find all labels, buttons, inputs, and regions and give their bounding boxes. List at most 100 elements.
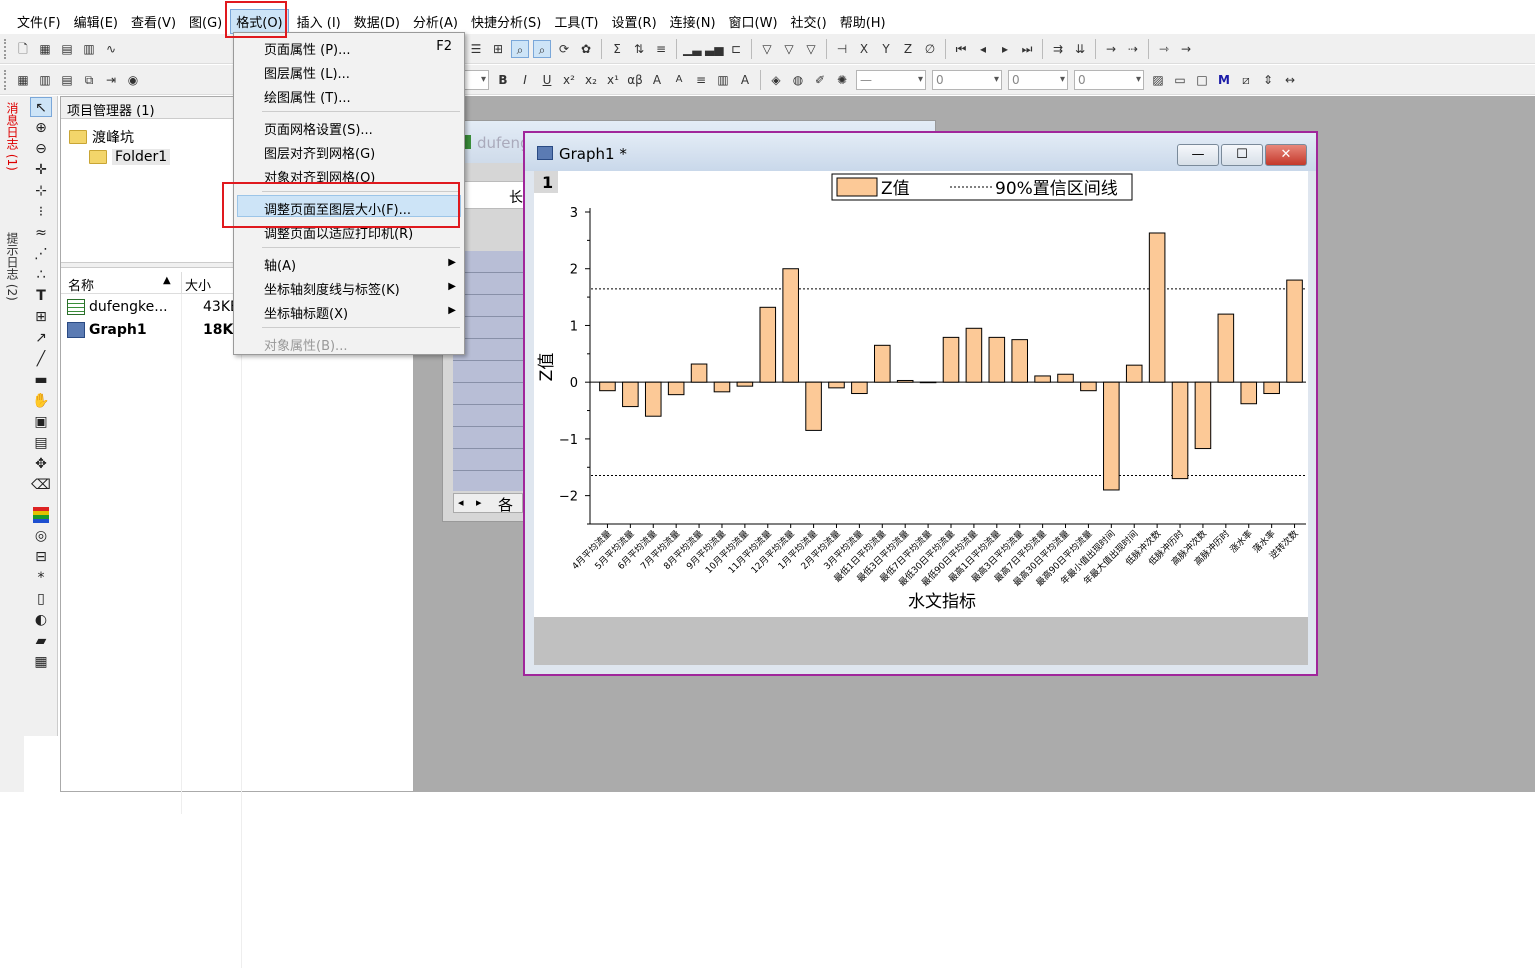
move-down-icon[interactable]: ⇊ (1071, 40, 1089, 58)
arrow-right-icon[interactable]: → (1102, 40, 1120, 58)
font-color-icon[interactable]: A (736, 71, 754, 89)
screen-reader-icon[interactable]: ⊹ (30, 181, 52, 201)
line-color-icon[interactable]: ✐ (811, 71, 829, 89)
bar-plot-icon[interactable]: ▁▃ (683, 40, 701, 58)
bar-chart[interactable]: 1 Z值 90%置信区间线−2−101234月平均流量5月平均流量6月平均流量7月平… (534, 171, 1308, 617)
italic-button[interactable]: I (516, 71, 534, 89)
minimize-button[interactable]: — (1177, 144, 1219, 166)
tab-next-icon[interactable]: ▸ (476, 496, 482, 509)
insert-table-icon[interactable]: ⊞ (30, 307, 52, 327)
hints-log-tab[interactable]: 提示日志 (2) (4, 232, 21, 301)
x-icon[interactable]: X (855, 40, 873, 58)
line-tool-icon[interactable]: ╱ (30, 349, 52, 369)
arrow-tail-icon[interactable]: → (1177, 40, 1195, 58)
column-plot-icon[interactable]: ▃▅ (705, 40, 723, 58)
merge-graph-icon[interactable]: M (1215, 71, 1233, 89)
fill-color-icon[interactable]: ◈ (767, 71, 785, 89)
menu-item[interactable]: 快捷分析(S) (466, 10, 546, 33)
increase-font-button[interactable]: A (648, 71, 666, 89)
mask-icon[interactable]: ⋰ (30, 244, 52, 264)
messages-log-tab[interactable]: 消息日志 (1) (4, 102, 21, 171)
graph-titlebar[interactable]: Graph1 * — ☐ ✕ (525, 133, 1316, 171)
next-icon[interactable]: ▸ (996, 40, 1014, 58)
y-icon[interactable]: Y (877, 40, 895, 58)
arrow-tool-icon[interactable]: ↗ (30, 328, 52, 348)
pattern-icon-2[interactable]: ▨ (1149, 71, 1167, 89)
swap-icon[interactable]: ⇕ (1259, 71, 1277, 89)
graph-page[interactable]: 1 Z值 90%置信区间线 −2 −1 0 1 2 3 4月平均流量 5月平均流量 6月平均流量 7月平… (534, 171, 1308, 617)
menu-item[interactable]: 工具(T) (549, 10, 603, 33)
arrow-head-icon[interactable]: ⇾ (1155, 40, 1173, 58)
map-icon[interactable]: ◐ (30, 610, 52, 630)
greek-button[interactable]: αβ (626, 71, 644, 89)
region-icon[interactable]: ∴ (30, 265, 52, 285)
menu-item[interactable]: 数据(D) (349, 10, 405, 33)
menu-item[interactable]: 连接(N) (665, 10, 721, 33)
results-log-icon[interactable]: ☰ (467, 40, 485, 58)
circle-icon[interactable]: ◎ (30, 526, 52, 546)
extract-icon[interactable]: ⧄ (1237, 71, 1255, 89)
zoom-in-tool-icon[interactable]: ⊕ (30, 118, 52, 138)
col-stats-icon[interactable]: ≡ (652, 40, 670, 58)
menu-item[interactable]: 查看(V) (126, 10, 181, 33)
box-plot-icon[interactable]: ⊏ (727, 40, 745, 58)
layer-icon[interactable]: ⊞ (489, 40, 507, 58)
filter-icon[interactable]: ▽ (758, 40, 776, 58)
pointer-tool-icon[interactable]: ↖ (30, 97, 52, 117)
zoom-out-icon[interactable]: ⌕ (533, 39, 551, 58)
draw-data-icon[interactable]: ≈ (30, 223, 52, 243)
grid-icon[interactable]: ▦ (30, 652, 52, 672)
add-column-icon[interactable]: ▥ (36, 71, 54, 89)
layout-icon[interactable]: ▯ (30, 589, 52, 609)
move-data-icon[interactable]: ✥ (30, 454, 52, 474)
zoom-out-tool-icon[interactable]: ⊖ (30, 139, 52, 159)
pattern-fill-icon[interactable]: ◍ (789, 71, 807, 89)
sheet-tabs[interactable]: ◂ ▸ 各 (453, 493, 523, 514)
camera-icon[interactable]: ◉ (124, 71, 142, 89)
worksheet-icon[interactable]: ▦ (14, 71, 32, 89)
subscript-button[interactable]: x₂ (582, 71, 600, 89)
superscript-button[interactable]: x² (560, 71, 578, 89)
align-icon[interactable]: ≡ (692, 71, 710, 89)
format-menu-item[interactable]: 坐标轴刻度线与标签(K) (264, 279, 400, 298)
menu-item[interactable]: 编辑(E) (69, 10, 123, 33)
col-name-header[interactable]: 名称 (68, 275, 94, 294)
last-icon[interactable]: ⏭ (1018, 40, 1036, 58)
annotation-icon[interactable]: ⁝ (30, 202, 52, 222)
eraser-icon[interactable]: ⌫ (30, 475, 52, 495)
new-project-icon[interactable]: 🗋 (14, 40, 32, 58)
border-icon[interactable]: ▭ (1171, 71, 1189, 89)
set-xy-icon[interactable]: ⊣ (833, 40, 851, 58)
format-menu-item[interactable]: 轴(A) (264, 255, 296, 274)
sum-icon[interactable]: Σ (608, 40, 626, 58)
format-menu-item[interactable]: 页面属性 (P)... (264, 39, 351, 58)
underline-button[interactable]: U (538, 71, 556, 89)
menu-item[interactable]: 插入 (I) (292, 10, 346, 33)
line-style-combo[interactable]: — (856, 69, 926, 90)
first-icon[interactable]: ⏮ (952, 40, 970, 58)
format-menu-item[interactable]: 绘图属性 (T)... (264, 87, 351, 106)
bold-button[interactable]: B (494, 71, 512, 89)
prev-icon[interactable]: ◂ (974, 40, 992, 58)
close-button[interactable]: ✕ (1265, 144, 1307, 166)
settings-icon[interactable]: ✿ (577, 40, 595, 58)
object-icon[interactable]: □ (1193, 71, 1211, 89)
hand-tool-icon[interactable]: ✋ (30, 391, 52, 411)
graph-window[interactable]: Graph1 * — ☐ ✕ 1 Z值 90%置信区间线 −2 −1 0 1 2 3 4月平均流量… (523, 131, 1318, 676)
copy-icon[interactable]: ⧉ (80, 71, 98, 89)
pattern-icon[interactable]: ▥ (714, 71, 732, 89)
menu-item[interactable]: 分析(A) (408, 10, 463, 33)
filter-edit-icon[interactable]: ▽ (802, 40, 820, 58)
maximize-button[interactable]: ☐ (1221, 144, 1263, 166)
menu-item[interactable]: 窗口(W) (724, 10, 783, 33)
rectangle-tool-icon[interactable]: ▬ (30, 370, 52, 390)
tree-folder1[interactable]: Folder1 (89, 149, 171, 165)
supsub-button[interactable]: x¹ (604, 71, 622, 89)
resize-icon[interactable]: ↔ (1281, 71, 1299, 89)
file-row-workbook[interactable]: dufengke... 43KB (67, 299, 240, 315)
menu-item[interactable]: 图(G) (184, 10, 227, 33)
decrease-font-button[interactable]: A (670, 71, 688, 89)
new-matrix-icon[interactable]: ▤ (58, 40, 76, 58)
toolbar-grip[interactable] (4, 38, 8, 59)
data-reader-icon[interactable]: ✛ (30, 160, 52, 180)
